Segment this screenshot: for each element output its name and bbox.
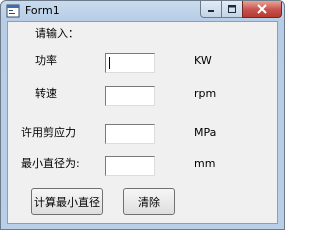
speed-input[interactable]	[105, 86, 155, 106]
window-title: Form1	[25, 4, 60, 17]
form1-window: Form1 请输入： 功率 KW 转速 rpm 许用剪应力 MPa 最小直径为:…	[0, 0, 285, 230]
form-client-area: 请输入： 功率 KW 转速 rpm 许用剪应力 MPa 最小直径为: mm 计算…	[7, 21, 278, 224]
clear-button[interactable]: 清除	[123, 188, 175, 215]
title-bar[interactable]: Form1	[1, 1, 284, 21]
prompt-label: 请输入：	[35, 27, 79, 40]
power-input[interactable]	[105, 53, 155, 73]
shear-stress-unit: MPa	[194, 126, 217, 139]
calculate-min-diameter-button[interactable]: 计算最小直径	[31, 188, 103, 215]
speed-unit: rpm	[194, 87, 217, 100]
min-diameter-label: 最小直径为:	[21, 157, 80, 170]
power-unit: KW	[194, 54, 212, 67]
maximize-icon	[228, 5, 236, 13]
shear-stress-input[interactable]	[105, 124, 155, 144]
speed-label: 转速	[35, 87, 57, 100]
min-diameter-output[interactable]	[105, 156, 155, 176]
close-icon	[257, 4, 267, 14]
minimize-icon	[208, 10, 214, 12]
close-button[interactable]	[242, 1, 282, 18]
minimize-button[interactable]	[200, 1, 222, 18]
maximize-button[interactable]	[221, 1, 243, 18]
shear-stress-label: 许用剪应力	[21, 126, 76, 139]
min-diameter-unit: mm	[194, 157, 216, 170]
form-app-icon[interactable]	[6, 4, 20, 18]
power-label: 功率	[35, 54, 57, 67]
